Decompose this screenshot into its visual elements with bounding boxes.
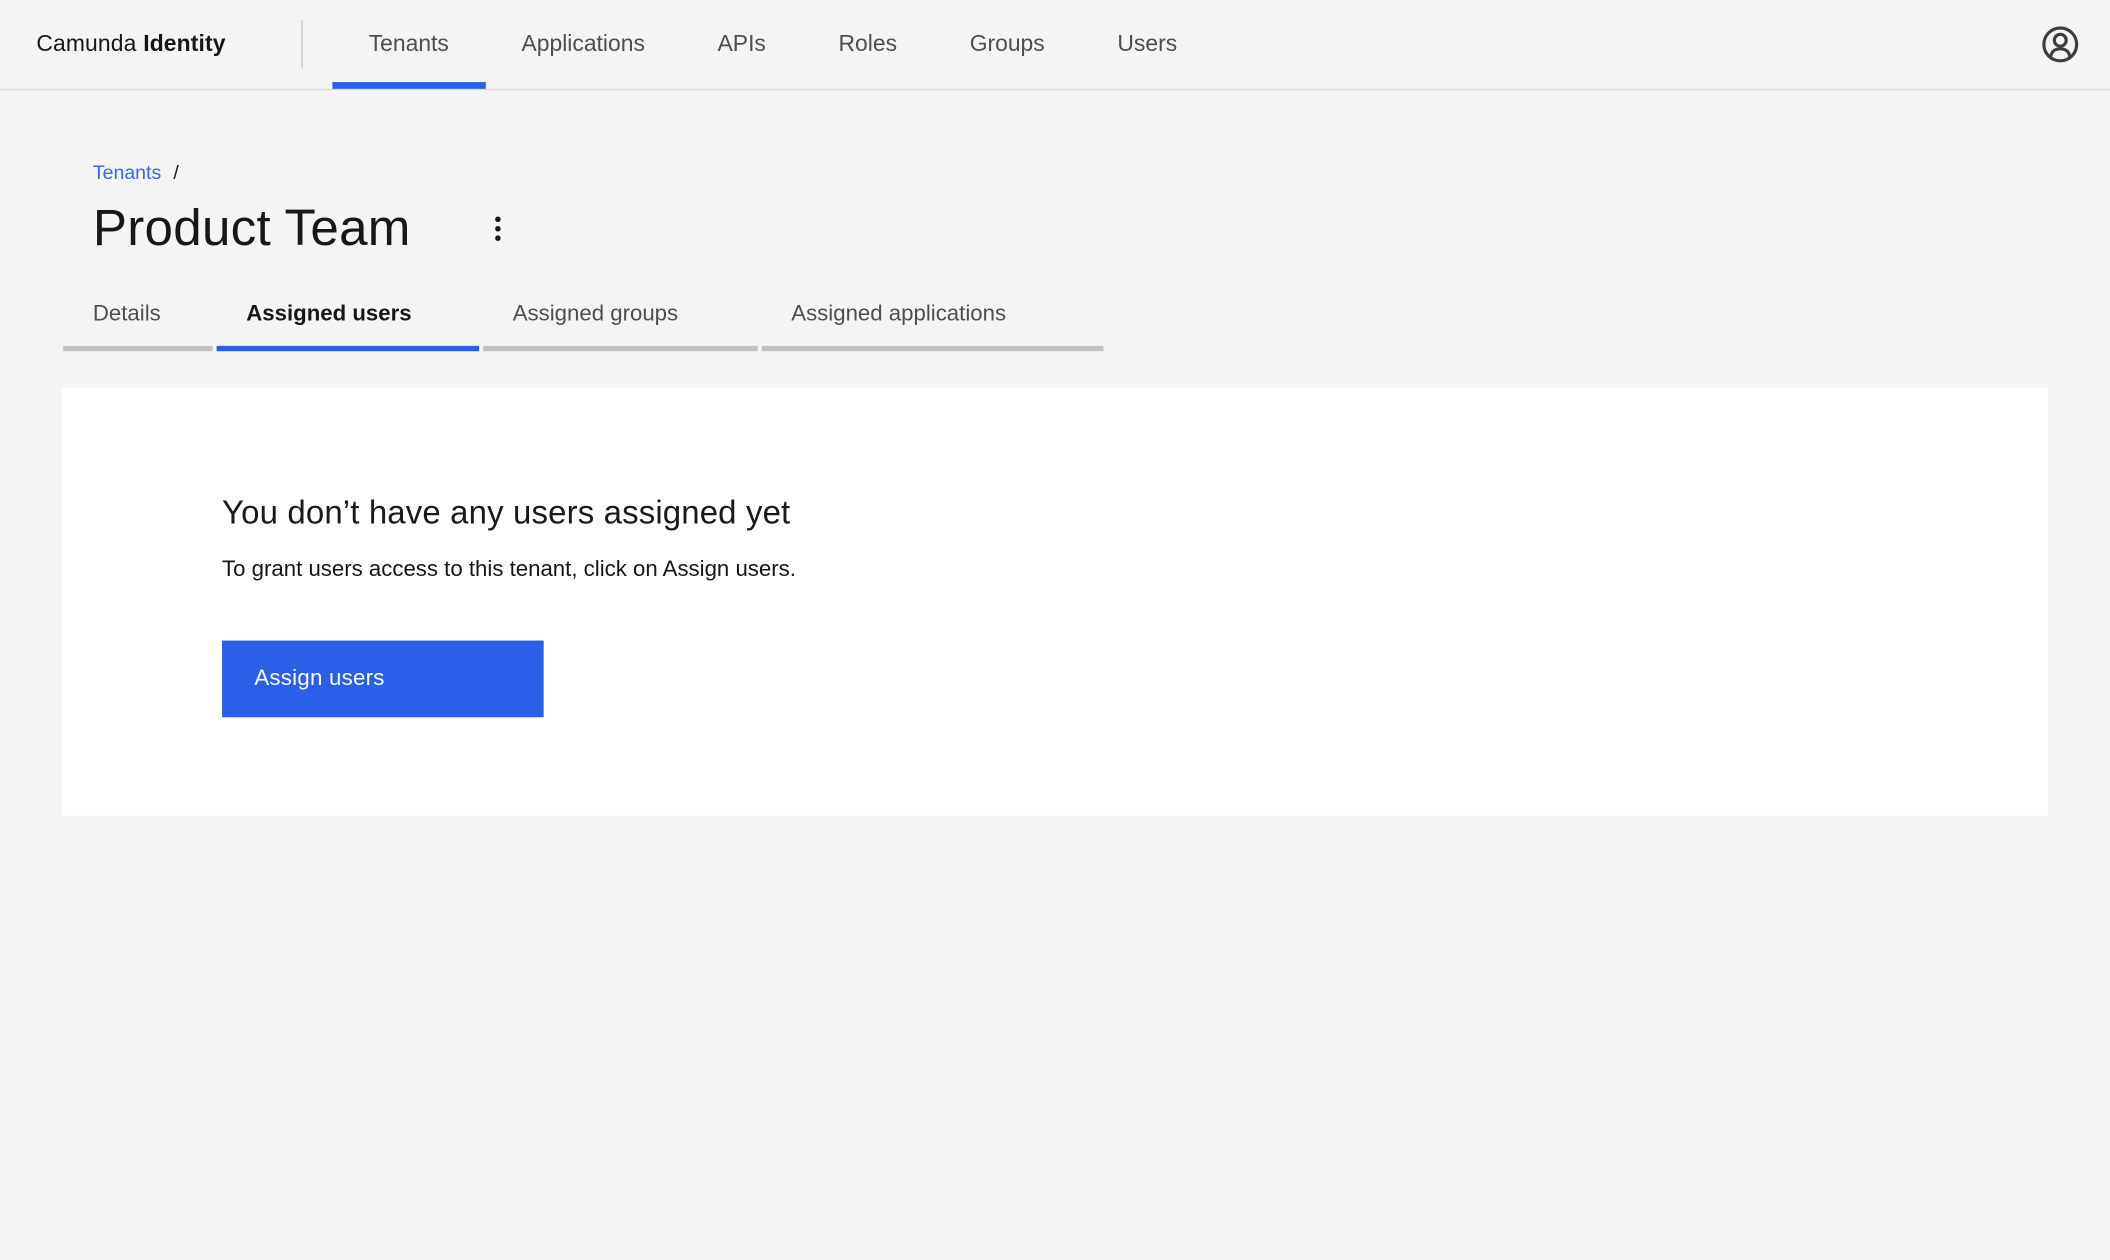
nav-item-roles[interactable]: Roles: [802, 0, 933, 89]
tab-details[interactable]: Details: [63, 284, 213, 352]
app-window: Camunda Identity Tenants Applications AP…: [0, 0, 2110, 1260]
tab-bar: Details Assigned users Assigned groups A…: [63, 284, 2110, 352]
brand-prefix: Camunda: [36, 30, 137, 57]
nav-item-groups[interactable]: Groups: [933, 0, 1081, 89]
tab-label: Assigned applications: [791, 301, 1007, 326]
tab-assigned-applications[interactable]: Assigned applications: [761, 284, 1104, 352]
header-divider: [301, 20, 303, 69]
user-avatar-icon: [2040, 24, 2080, 64]
nav-item-apis[interactable]: APIs: [681, 0, 802, 89]
main-nav: Tenants Applications APIs Roles Groups U…: [332, 0, 1213, 89]
overflow-menu-button[interactable]: [481, 209, 516, 249]
nav-item-users[interactable]: Users: [1081, 0, 1213, 89]
nav-item-label: Groups: [969, 30, 1045, 57]
page-title: Product Team: [92, 200, 411, 258]
breadcrumb-separator: /: [173, 162, 179, 185]
kebab-menu-icon: [495, 216, 501, 241]
account-menu-button[interactable]: [2039, 23, 2082, 66]
empty-state-heading: You don’t have any users assigned yet: [222, 495, 791, 532]
brand-logo: Camunda Identity: [0, 0, 301, 89]
page-title-row: Product Team: [93, 198, 2110, 260]
nav-item-label: Roles: [838, 30, 898, 57]
tab-label: Assigned groups: [512, 301, 679, 326]
nav-item-label: Applications: [521, 30, 645, 57]
nav-item-label: Users: [1117, 30, 1178, 57]
app-header: Camunda Identity Tenants Applications AP…: [0, 0, 2110, 91]
tab-label: Assigned users: [246, 301, 412, 326]
header-spacer: [1213, 0, 2038, 89]
empty-state-description: To grant users access to this tenant, cl…: [222, 557, 796, 582]
nav-item-applications[interactable]: Applications: [485, 0, 681, 89]
main-content: Tenants / Product Team Details Assigned …: [0, 90, 2110, 816]
breadcrumb-link-tenants[interactable]: Tenants: [93, 160, 161, 187]
nav-item-tenants[interactable]: Tenants: [332, 0, 485, 89]
assigned-users-panel: You don’t have any users assigned yet To…: [61, 387, 2049, 816]
nav-item-label: APIs: [717, 30, 766, 57]
tab-assigned-users[interactable]: Assigned users: [216, 284, 480, 352]
nav-item-label: Tenants: [368, 30, 449, 57]
tab-label: Details: [92, 301, 161, 326]
brand-suffix: Identity: [143, 30, 226, 57]
tab-assigned-groups[interactable]: Assigned groups: [483, 284, 758, 352]
breadcrumb: Tenants /: [0, 90, 2110, 187]
assign-users-button[interactable]: Assign users: [222, 640, 544, 718]
